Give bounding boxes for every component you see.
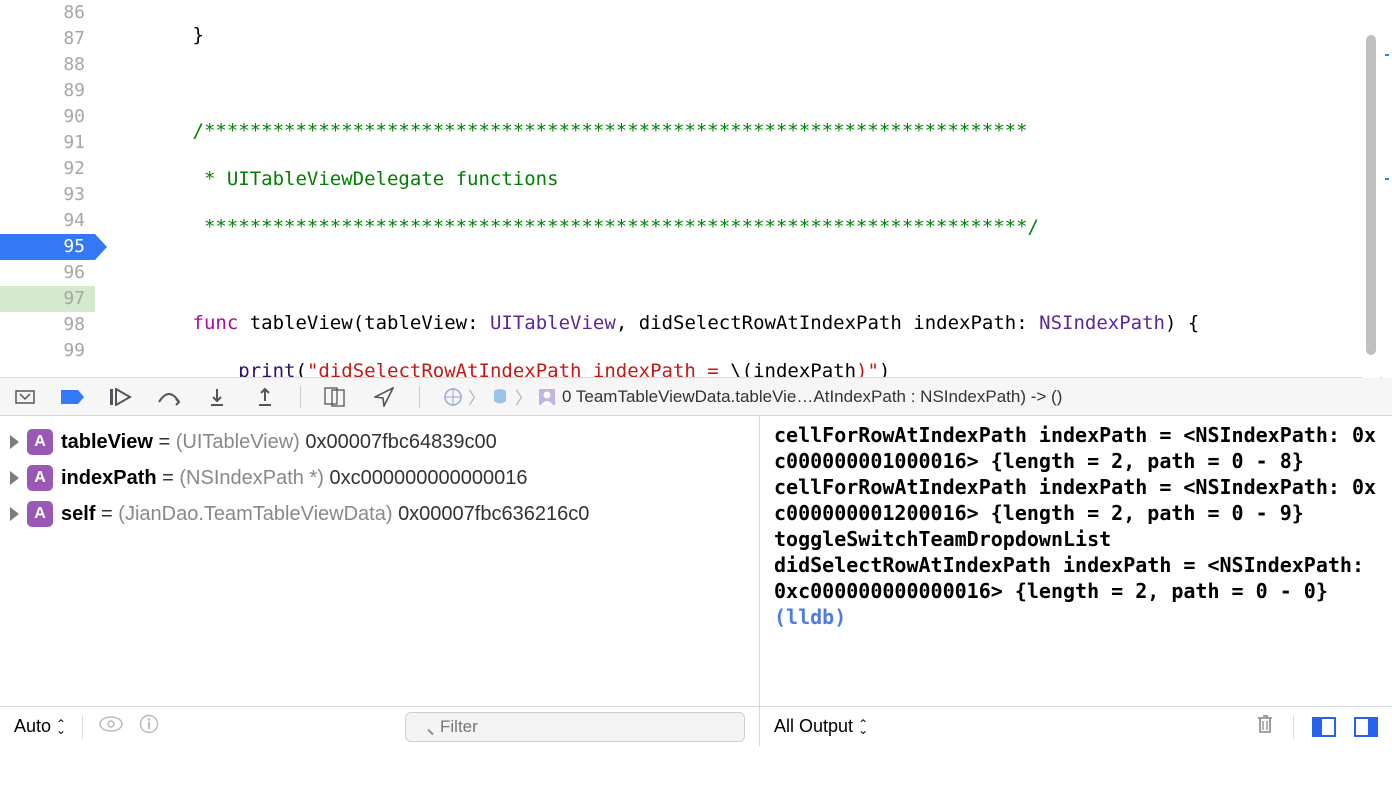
disclosure-triangle-icon[interactable] xyxy=(10,435,19,449)
frame-label: 0 TeamTableViewData.tableVie…AtIndexPath… xyxy=(562,387,1062,407)
line-number: 86 xyxy=(0,0,95,26)
filter-input[interactable] xyxy=(405,712,745,742)
line-number: 89 xyxy=(0,78,95,104)
variable-row[interactable]: A self = (JianDao.TeamTableViewData) 0x0… xyxy=(10,496,749,532)
comment: /***************************************… xyxy=(193,120,1028,142)
variables-bottom-bar: Auto ⌃⌄ xyxy=(0,706,759,746)
thread-icon xyxy=(489,386,511,408)
trash-icon[interactable] xyxy=(1255,713,1275,740)
process-icon xyxy=(442,386,464,408)
output-scope-selector[interactable]: All Output ⌃⌄ xyxy=(774,716,868,737)
disclosure-triangle-icon[interactable] xyxy=(10,471,19,485)
filter-field-wrap xyxy=(405,712,745,742)
breakpoint-marker[interactable]: 95 xyxy=(0,234,95,260)
disclosure-triangle-icon[interactable] xyxy=(10,507,19,521)
console-line: cellForRowAtIndexPath indexPath = <NSInd… xyxy=(774,474,1378,526)
variable-row[interactable]: A tableView = (UITableView) 0x00007fbc64… xyxy=(10,424,749,460)
quicklook-icon[interactable] xyxy=(99,716,123,737)
variables-view[interactable]: A tableView = (UITableView) 0x00007fbc64… xyxy=(0,416,760,746)
scope-selector[interactable]: Auto ⌃⌄ xyxy=(14,716,66,737)
kind-badge: A xyxy=(27,465,53,491)
comment: * UITableViewDelegate functions xyxy=(193,168,559,190)
vertical-scrollbar[interactable] xyxy=(1362,0,1380,378)
comment: ****************************************… xyxy=(193,216,1039,238)
frame-icon xyxy=(536,386,558,408)
step-into-icon[interactable] xyxy=(204,384,230,410)
step-out-icon[interactable] xyxy=(252,384,278,410)
console-line: cellForRowAtIndexPath indexPath = <NSInd… xyxy=(774,422,1378,474)
simulate-location-icon[interactable] xyxy=(371,384,397,410)
toggle-right-panel-icon[interactable] xyxy=(1354,717,1378,737)
kind-badge: A xyxy=(27,501,53,527)
lldb-prompt[interactable]: (lldb) xyxy=(774,604,1378,630)
continue-icon[interactable] xyxy=(108,384,134,410)
toggle-left-panel-icon[interactable] xyxy=(1312,717,1336,737)
line-number: 92 xyxy=(0,156,95,182)
debug-toolbar: 〉 〉 0 TeamTableViewData.tableVie…AtIndex… xyxy=(0,378,1392,416)
console-line: toggleSwitchTeamDropdownList xyxy=(774,526,1378,552)
line-number: 93 xyxy=(0,182,95,208)
line-number: 87 xyxy=(0,26,95,52)
console-line: didSelectRowAtIndexPath indexPath = <NSI… xyxy=(774,552,1378,604)
debug-breadcrumb[interactable]: 〉 〉 0 TeamTableViewData.tableVie…AtIndex… xyxy=(442,384,1380,409)
breakpoints-icon[interactable] xyxy=(60,384,86,410)
line-gutter: 86 87 88 89 90 91 92 93 94 95 96 97 98 9… xyxy=(0,0,95,377)
variable-row[interactable]: A indexPath = (NSIndexPath *) 0xc0000000… xyxy=(10,460,749,496)
line-number: 91 xyxy=(0,130,95,156)
line-number: 90 xyxy=(0,104,95,130)
step-over-icon[interactable] xyxy=(156,384,182,410)
kind-badge: A xyxy=(27,429,53,455)
toggle-debug-area-icon[interactable] xyxy=(12,384,38,410)
info-icon[interactable] xyxy=(139,714,159,739)
pc-marker: 97 xyxy=(0,286,95,312)
debug-view-hierarchy-icon[interactable] xyxy=(323,384,349,410)
line-number: 88 xyxy=(0,52,95,78)
code-content[interactable]: } /*************************************… xyxy=(95,0,1392,377)
line-number: 99 xyxy=(0,338,95,364)
line-number: 96 xyxy=(0,260,95,286)
line-number: 98 xyxy=(0,312,95,338)
console-view[interactable]: cellForRowAtIndexPath indexPath = <NSInd… xyxy=(760,416,1392,746)
minimap[interactable] xyxy=(1382,0,1392,378)
line-number: 94 xyxy=(0,208,95,234)
code-editor[interactable]: 86 87 88 89 90 91 92 93 94 95 96 97 98 9… xyxy=(0,0,1392,378)
console-bottom-bar: All Output ⌃⌄ xyxy=(760,706,1392,746)
